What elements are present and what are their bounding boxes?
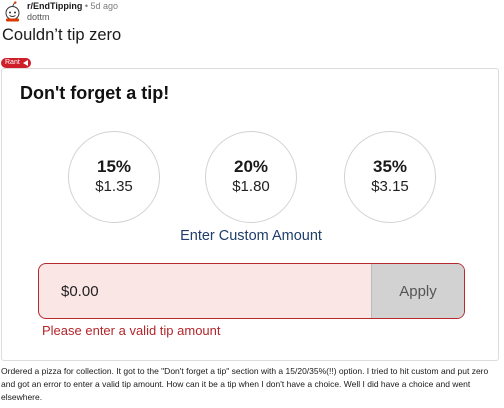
tip-percent: 15% xyxy=(96,157,132,176)
tip-option-15[interactable]: 15% $1.35 xyxy=(68,131,160,223)
author-name[interactable]: dottm xyxy=(27,12,50,23)
tip-screenshot-card[interactable]: Don't forget a tip! 15% $1.35 20% $1.80 … xyxy=(1,68,499,361)
tip-option-35[interactable]: 35% $3.15 xyxy=(344,131,436,223)
tip-amount: $3.15 xyxy=(371,178,409,195)
post-age: 5d ago xyxy=(90,1,119,11)
post-body-text: Ordered a pizza for collection. It got t… xyxy=(1,366,489,402)
tip-amount: $1.35 xyxy=(95,178,133,195)
enter-custom-amount-link[interactable]: Enter Custom Amount xyxy=(2,228,500,244)
subreddit-name[interactable]: r/EndTipping xyxy=(27,1,82,11)
error-message: Please enter a valid tip amount xyxy=(42,323,221,338)
tip-percent: 35% xyxy=(372,157,408,176)
tip-heading: Don't forget a tip! xyxy=(20,83,170,103)
post-title[interactable]: Couldn’t tip zero xyxy=(2,24,121,46)
subreddit-meta: r/EndTipping • 5d ago xyxy=(27,1,118,12)
tip-percent: 20% xyxy=(233,157,269,176)
meta-separator: • xyxy=(84,1,88,11)
flair-arrow-icon xyxy=(22,60,28,66)
tip-option-20[interactable]: 20% $1.80 xyxy=(205,131,297,223)
post-header: r/EndTipping • 5d ago dottm xyxy=(0,0,504,24)
flair-label: Rant xyxy=(5,59,20,66)
custom-amount-row: Apply xyxy=(38,263,465,319)
apply-button[interactable]: Apply xyxy=(371,264,464,318)
custom-amount-input[interactable] xyxy=(39,264,373,318)
flair-badge[interactable]: Rant xyxy=(1,58,31,68)
subreddit-avatar-icon[interactable] xyxy=(3,1,22,22)
tip-amount: $1.80 xyxy=(232,178,270,195)
